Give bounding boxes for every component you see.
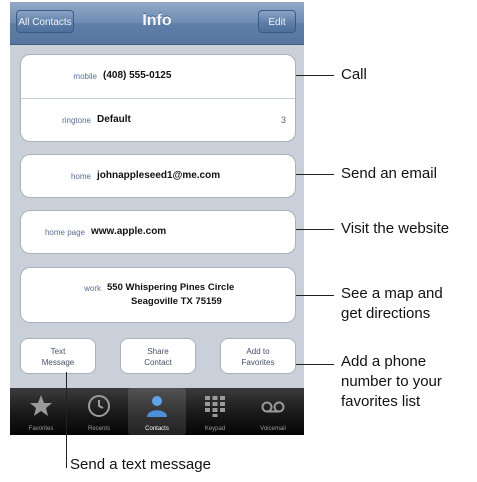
tab-contacts-label: Contacts [145, 426, 169, 432]
email-home-label: home [70, 172, 91, 181]
email-callout-text: Send an email [341, 165, 437, 182]
tab-keypad[interactable]: Keypad [186, 388, 244, 435]
map-callout-line [296, 295, 334, 296]
add-favorites-label-2: Favorites [241, 358, 275, 367]
text-message-button[interactable]: Text Message [20, 338, 96, 374]
website-callout-line [296, 229, 334, 230]
text-message-callout-text: Send a text message [70, 456, 211, 473]
keypad-icon [205, 396, 225, 417]
website-card[interactable]: home page www.apple.com [20, 210, 296, 254]
home-page-label: home page [44, 228, 85, 237]
tab-contacts[interactable]: Contacts [128, 388, 186, 435]
favorites-callout-text-3: favorites list [341, 393, 421, 410]
favorites-callout-text-2: number to your [341, 373, 442, 390]
text-message-label-2: Message [41, 358, 75, 367]
ringtone-label: ringtone [62, 116, 91, 125]
ringtone-row[interactable]: ringtone Default 3 [21, 99, 295, 142]
work-label: work [84, 284, 101, 293]
mobile-label: mobile [73, 72, 97, 81]
tab-favorites-label: Favorites [28, 426, 54, 432]
ringtone-count: 3 [281, 115, 287, 125]
favorites-callout-text-1: Add a phone [341, 353, 427, 370]
navigation-bar: All Contacts Info Edit [10, 2, 304, 45]
person-icon [147, 396, 167, 417]
website-url: www.apple.com [91, 226, 167, 237]
all-contacts-back-button[interactable]: All Contacts [16, 10, 74, 33]
tab-keypad-label: Keypad [204, 426, 226, 432]
phone-number-row[interactable]: mobile (408) 555-0125 [21, 55, 295, 98]
edit-button[interactable]: Edit [258, 10, 296, 33]
address-card[interactable]: work 550 Whispering Pines Circle Seagovi… [20, 267, 296, 323]
clock-icon [88, 395, 110, 417]
tab-voicemail[interactable]: Voicemail [244, 388, 302, 435]
add-to-favorites-button[interactable]: Add to Favorites [220, 338, 296, 374]
iphone-screen: All Contacts Info Edit mobile (408) 555-… [10, 2, 304, 435]
address-line-1: 550 Whispering Pines Circle [107, 282, 235, 293]
add-favorites-label-1: Add to [246, 347, 270, 356]
email-address: johnappleseed1@me.com [97, 170, 221, 181]
website-callout-text: Visit the website [341, 220, 450, 237]
tab-bar: Favorites Recents Contacts Keypad Voicem… [10, 388, 304, 435]
share-contact-button[interactable]: Share Contact [120, 338, 196, 374]
map-callout-text-1: See a map and [341, 285, 443, 302]
text-message-callout-line [66, 372, 67, 468]
tab-recents[interactable]: Recents [70, 388, 128, 435]
tab-recents-label: Recents [87, 426, 110, 432]
tab-favorites[interactable]: Favorites [12, 388, 70, 435]
email-callout-line [296, 174, 334, 175]
call-callout-text: Call [341, 66, 367, 83]
call-callout-line [296, 75, 334, 76]
star-icon [30, 395, 52, 416]
email-card[interactable]: home johnappleseed1@me.com [20, 154, 296, 198]
map-callout-text-2: get directions [341, 305, 431, 322]
text-message-label-1: Text [50, 347, 66, 356]
voicemail-icon [261, 401, 285, 413]
share-contact-label-2: Contact [144, 358, 172, 367]
share-contact-label-1: Share [147, 347, 169, 356]
page-title: Info [142, 12, 172, 29]
phone-ringtone-card: mobile (408) 555-0125 ringtone Default 3 [20, 54, 296, 142]
address-line-2: Seagoville TX 75159 [131, 296, 222, 307]
favorites-callout-line [296, 364, 334, 365]
tab-voicemail-label: Voicemail [260, 426, 286, 432]
mobile-number: (408) 555-0125 [103, 70, 172, 81]
ringtone-value: Default [97, 114, 131, 125]
